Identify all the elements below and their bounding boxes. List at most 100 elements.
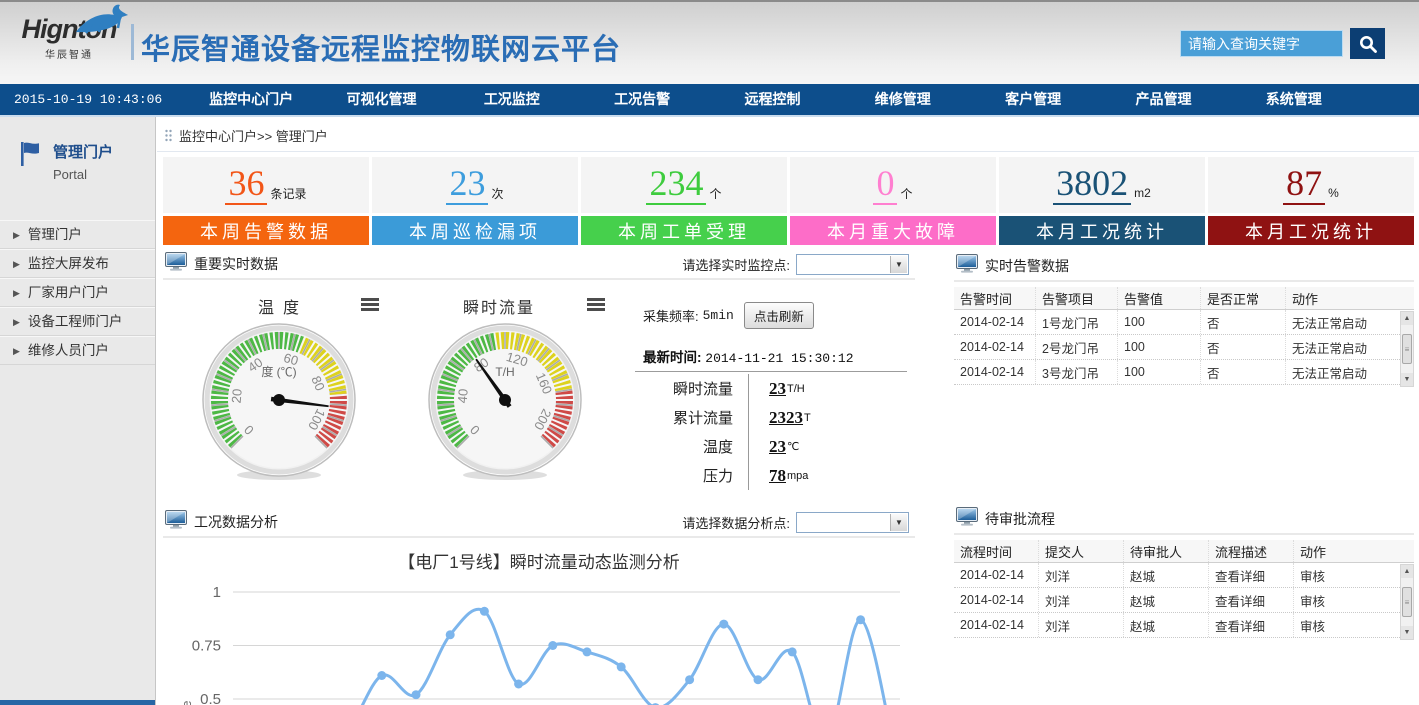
nav-item-6[interactable]: 客户管理: [968, 84, 1098, 115]
monitor-icon: [956, 254, 978, 278]
analysis-panel-header: 工况数据分析 请选择数据分析点: ▼: [163, 508, 915, 538]
reading-unit: T: [804, 412, 811, 424]
nav-item-7[interactable]: 产品管理: [1098, 84, 1228, 115]
sidebar-item-3[interactable]: ▶设备工程师门户: [0, 307, 155, 336]
stat-label: 本周巡检漏项: [372, 216, 578, 245]
stat-card-1[interactable]: 23次本周巡检漏项: [372, 157, 578, 245]
sidebar-item-2[interactable]: ▶ 厂家用户门户: [0, 278, 155, 307]
svg-text:0.5: 0.5: [200, 691, 221, 705]
nav-item-1[interactable]: 可视化管理: [316, 84, 446, 115]
reading-unit: ℃: [787, 440, 799, 453]
table-header-row: 告警时间告警项目告警值是否正常动作: [954, 287, 1414, 310]
nav-item-3[interactable]: 工况告警: [577, 84, 707, 115]
table-cell[interactable]: 查看详细: [1209, 588, 1294, 612]
search-input[interactable]: [1180, 30, 1343, 57]
stat-card-4[interactable]: 3802m2本月工况统计: [999, 157, 1205, 245]
reading-label: 累计流量: [618, 403, 748, 432]
portal-header: 管理门户 Portal: [0, 117, 155, 182]
scroll-down-arrow[interactable]: ▼: [1401, 373, 1413, 386]
main-content: 监控中心门户>> 管理门户 36条记录本周告警数据23次本周巡检漏项234个本周…: [157, 117, 1419, 705]
reading-number: 23: [769, 437, 786, 457]
flow-gauge: 04080120160200T/H: [425, 322, 585, 482]
refresh-button[interactable]: 点击刷新: [744, 302, 814, 329]
chevron-down-icon: ▼: [890, 256, 907, 273]
svg-text:20: 20: [229, 388, 245, 404]
monitor-icon: [165, 510, 187, 534]
vertical-scrollbar[interactable]: ▲ ≡ ▼: [1400, 564, 1414, 640]
stat-value: 36: [225, 165, 267, 205]
monitor-point-select[interactable]: ▼: [796, 254, 909, 275]
approval-table: 流程时间提交人待审批人流程描述动作2014-02-14刘洋赵城查看详细审核201…: [954, 540, 1414, 638]
stat-label: 本月工况统计: [999, 216, 1205, 245]
triangle-icon: ▶: [13, 308, 20, 336]
triangle-icon: ▶: [13, 221, 20, 249]
table-cell: 2014-02-14: [954, 613, 1039, 637]
stat-card-5[interactable]: 87%本月工况统计: [1208, 157, 1414, 245]
column-header: 动作: [1286, 287, 1398, 309]
nav-item-8[interactable]: 系统管理: [1229, 84, 1359, 115]
nav-item-0[interactable]: 监控中心门户: [186, 84, 316, 115]
stat-card-2[interactable]: 234个本周工单受理: [581, 157, 787, 245]
stat-value: 234: [646, 165, 706, 205]
reading-number: 78: [769, 466, 786, 486]
reading-row: 压力78mpa: [618, 461, 910, 490]
table-cell[interactable]: 审核: [1294, 563, 1398, 587]
sidebar-item-0[interactable]: ▶管理门户: [0, 220, 155, 249]
sidebar-item-4[interactable]: ▶维修人员门户: [0, 336, 155, 365]
column-header: 动作: [1294, 540, 1398, 562]
analysis-point-select-label: 请选择数据分析点:: [682, 513, 790, 532]
stat-label: 本月重大故障: [790, 216, 996, 245]
scrollbar-thumb[interactable]: ≡: [1402, 587, 1412, 617]
sidebar-item-1[interactable]: ▶监控大屏发布: [0, 249, 155, 278]
chevron-down-icon: ▼: [890, 514, 907, 531]
table-cell: 赵城: [1124, 613, 1209, 637]
analysis-panel: 工况数据分析 请选择数据分析点: ▼ 【电厂1号线】瞬时流量动态监测分析 00.…: [163, 508, 915, 705]
stat-value-area: 23次: [372, 157, 578, 213]
vertical-scrollbar[interactable]: ▲ ≡ ▼: [1400, 311, 1414, 387]
triangle-icon: ▶: [13, 279, 20, 307]
table-cell[interactable]: 审核: [1294, 588, 1398, 612]
scroll-up-arrow[interactable]: ▲: [1401, 312, 1413, 325]
table-cell[interactable]: 查看详细: [1209, 563, 1294, 587]
sidebar: 管理门户 Portal ▶管理门户▶监控大屏发布▶厂家用户门户▶设备工程师门户▶…: [0, 117, 156, 705]
reading-row: 累计流量2323T: [618, 403, 910, 432]
latest-time: 最新时间: 2014-11-21 15:30:12: [643, 346, 854, 366]
table-header-row: 流程时间提交人待审批人流程描述动作: [954, 540, 1414, 563]
nav-item-4[interactable]: 远程控制: [707, 84, 837, 115]
readings-divider: [635, 371, 907, 372]
scrollbar-thumb[interactable]: ≡: [1402, 334, 1412, 364]
stat-unit: 条记录: [270, 185, 306, 202]
analysis-point-select[interactable]: ▼: [796, 512, 909, 533]
alarm-panel-header: 实时告警数据: [954, 252, 1414, 282]
gauge-menu-icon[interactable]: [361, 298, 379, 313]
table-cell: 2号龙门吊: [1036, 335, 1118, 359]
scroll-down-arrow[interactable]: ▼: [1401, 626, 1413, 639]
stat-card-0[interactable]: 36条记录本周告警数据: [163, 157, 369, 245]
reading-label: 温度: [618, 432, 748, 461]
table-cell[interactable]: 查看详细: [1209, 613, 1294, 637]
approval-panel: 待审批流程 流程时间提交人待审批人流程描述动作2014-02-14刘洋赵城查看详…: [954, 505, 1414, 705]
logo-subtext: 华辰智通: [10, 46, 128, 61]
collect-frequency: 采集频率: 5min 点击刷新: [643, 302, 814, 329]
scroll-up-arrow[interactable]: ▲: [1401, 565, 1413, 578]
table-cell[interactable]: 审核: [1294, 613, 1398, 637]
table-row: 2014-02-14刘洋赵城查看详细审核: [954, 613, 1414, 638]
table-cell: 刘洋: [1039, 588, 1124, 612]
nav-item-5[interactable]: 维修管理: [838, 84, 968, 115]
stat-unit: %: [1328, 186, 1339, 200]
column-header: 流程描述: [1209, 540, 1294, 562]
nav-item-2[interactable]: 工况监控: [447, 84, 577, 115]
search-bar: [1180, 28, 1385, 59]
reading-row: 温度 23℃: [618, 432, 910, 461]
column-header: 告警项目: [1036, 287, 1118, 309]
alarm-panel: 实时告警数据 告警时间告警项目告警值是否正常动作2014-02-141号龙门吊1…: [954, 252, 1414, 502]
sidebar-item-label: 厂家用户门户: [28, 285, 109, 300]
gauge-menu-icon[interactable]: [587, 298, 605, 313]
stat-value-area: 234个: [581, 157, 787, 213]
monitor-icon: [956, 507, 978, 531]
reading-value: 23T/H: [748, 374, 805, 403]
search-button[interactable]: [1350, 28, 1385, 59]
search-icon: [1358, 34, 1378, 54]
stat-value-area: 36条记录: [163, 157, 369, 213]
stat-card-3[interactable]: 0个本月重大故障: [790, 157, 996, 245]
